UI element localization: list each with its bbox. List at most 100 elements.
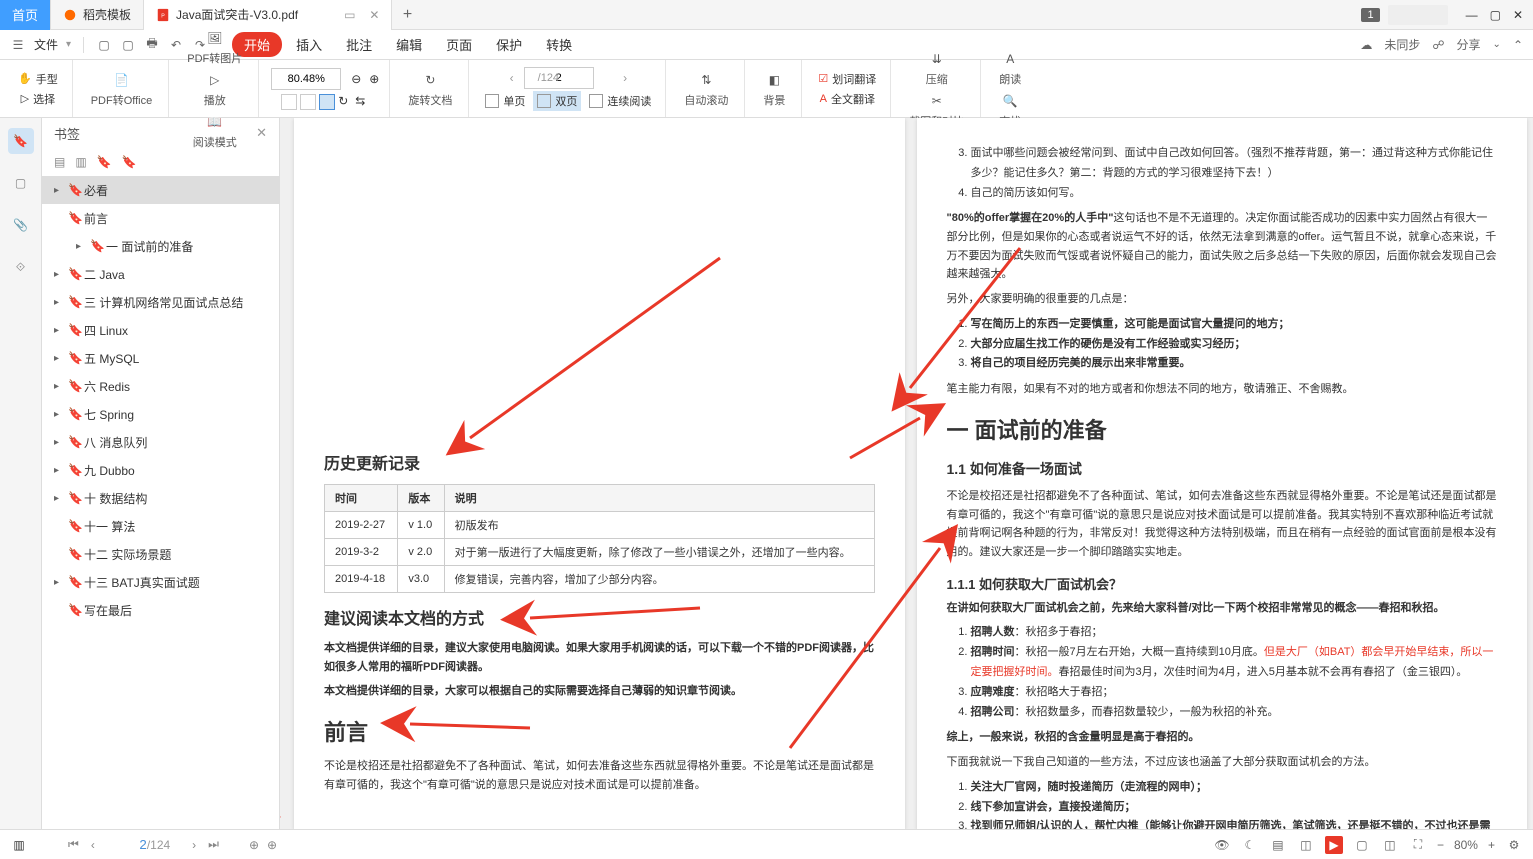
toolbar: ✋手型 ▷选择 📄PDF转Office 🖼PDF转图片 ▷播放 📖阅读模式 ⊖⊕… — [0, 60, 1533, 118]
heading-suggest: 建议阅读本文档的方式 — [324, 605, 875, 629]
view4-icon[interactable]: ↻ — [338, 94, 352, 110]
play-btn[interactable]: ▷播放 — [198, 68, 232, 110]
plus2-icon[interactable]: ⊕ — [267, 838, 277, 852]
bookmark-item[interactable]: ▸🔖六 Redis — [42, 372, 279, 400]
bookmark-rail-icon[interactable]: 🔖 — [8, 128, 34, 154]
bookmark-item[interactable]: ▸🔖四 Linux — [42, 316, 279, 344]
settings-icon[interactable]: ⚙ — [1505, 836, 1523, 854]
bookmark-item[interactable]: ▸🔖十 数据结构 — [42, 484, 279, 512]
bookmark-item[interactable]: 🔖十一 算法 — [42, 512, 279, 540]
plus-icon[interactable]: ⊕ — [249, 838, 259, 852]
tab-menu-icon[interactable]: ▭ — [344, 8, 355, 22]
file-menu[interactable]: 文件 — [34, 36, 58, 53]
page-total: /124 — [538, 72, 559, 84]
zoom-plus-icon[interactable]: + — [1488, 838, 1495, 852]
close-icon[interactable]: ✕ — [369, 8, 379, 22]
bookmark-item[interactable]: ▸🔖十三 BATJ真实面试题 — [42, 568, 279, 596]
select-tool[interactable]: ▷选择 — [17, 89, 59, 109]
content-area[interactable]: 历史更新记录 时间 版本 说明 2019-2-27v 1.0初版发布2019-3… — [280, 118, 1533, 829]
pages-icon[interactable]: ▤ — [1269, 836, 1287, 854]
read-aloud[interactable]: A朗读 — [993, 47, 1027, 89]
share-label[interactable]: 分享 — [1457, 36, 1481, 53]
view5-icon[interactable]: ⇆ — [355, 94, 369, 110]
prev-page-icon[interactable]: ‹ — [510, 71, 514, 85]
menu-protect[interactable]: 保护 — [486, 31, 532, 58]
status-page-input[interactable] — [117, 837, 147, 852]
first-page-icon[interactable]: ⏮ — [68, 837, 79, 852]
sync-label[interactable]: 未同步 — [1384, 36, 1420, 53]
pdf-to-office[interactable]: 📄PDF转Office — [85, 68, 159, 110]
menu-page[interactable]: 页面 — [436, 31, 482, 58]
view1-icon[interactable] — [281, 94, 297, 110]
hand-tool[interactable]: ✋手型 — [14, 69, 62, 89]
bookmark-item[interactable]: ▸🔖一 面试前的准备 — [42, 232, 279, 260]
background-btn[interactable]: ◧背景 — [757, 68, 791, 110]
word-translate[interactable]: ☑划词翻译 — [814, 69, 880, 89]
full-icon[interactable]: ⛶ — [1409, 836, 1427, 854]
double-icon[interactable]: ◫ — [1381, 836, 1399, 854]
prev-icon[interactable]: ‹ — [91, 838, 95, 852]
tab-add[interactable]: + — [392, 6, 422, 24]
attach-rail-icon[interactable]: 📎 — [8, 212, 34, 238]
panel-icon[interactable]: ▥ — [10, 836, 28, 854]
bookmark-item[interactable]: ▸🔖九 Dubbo — [42, 456, 279, 484]
view3-icon[interactable] — [319, 94, 335, 110]
bookmark-item[interactable]: ▸🔖二 Java — [42, 260, 279, 288]
pdf-to-pic[interactable]: 🖼PDF转图片 — [181, 26, 248, 68]
split-icon[interactable]: ◫ — [1297, 836, 1315, 854]
zoom-input[interactable] — [271, 68, 341, 90]
table-row: 2019-3-2v 2.0对于第一版进行了大幅度更新，除了修改了一些小错误之外，… — [325, 539, 875, 566]
minimize-icon[interactable]: — — [1466, 8, 1478, 22]
zoom-in-icon[interactable]: ⊕ — [369, 72, 379, 86]
share-icon[interactable]: ☍ — [1432, 38, 1444, 52]
close-sidebar-icon[interactable]: ✕ — [256, 125, 267, 141]
menu-annotate[interactable]: 批注 — [336, 31, 382, 58]
thumbnail-rail-icon[interactable]: ▢ — [8, 170, 34, 196]
bm-tool4-icon[interactable]: 🔖 — [122, 155, 137, 169]
rotate-doc[interactable]: ↻旋转文档 — [402, 68, 458, 110]
eye-icon[interactable]: 👁 — [1213, 836, 1231, 854]
compress-btn[interactable]: ⇊压缩 — [920, 47, 954, 89]
zoom-out-icon[interactable]: ⊖ — [351, 72, 361, 86]
bookmark-item[interactable]: ▸🔖五 MySQL — [42, 344, 279, 372]
last-page-icon[interactable]: ⏭ — [208, 837, 219, 852]
user-avatar[interactable] — [1388, 5, 1448, 25]
auto-scroll[interactable]: ⇅自动滚动 — [678, 68, 734, 110]
save-icon[interactable]: ▢ — [120, 37, 136, 53]
bookmark-item[interactable]: 🔖写在最后 — [42, 596, 279, 624]
record-icon[interactable]: ▶ — [1325, 836, 1343, 854]
bm-tool1-icon[interactable]: ▤ — [54, 155, 65, 169]
bookmark-item[interactable]: ▸🔖七 Spring — [42, 400, 279, 428]
bookmark-item[interactable]: 🔖前言 — [42, 204, 279, 232]
double-page-btn[interactable]: 双页 — [533, 91, 581, 111]
menu-insert[interactable]: 插入 — [286, 31, 332, 58]
view2-icon[interactable] — [300, 94, 316, 110]
bookmark-item[interactable]: ▸🔖必看 — [42, 176, 279, 204]
menu-convert[interactable]: 转换 — [536, 31, 582, 58]
print-icon[interactable]: 🖶 — [144, 37, 160, 53]
tab-home[interactable]: 首页 — [0, 0, 51, 30]
bm-tool2-icon[interactable]: ▥ — [75, 155, 86, 169]
collapse-icon[interactable]: ⌃ — [1513, 38, 1523, 52]
single-page-btn[interactable]: 单页 — [481, 91, 529, 111]
next-icon[interactable]: › — [192, 838, 196, 852]
moon-icon[interactable]: ☾ — [1241, 836, 1259, 854]
tab-template[interactable]: 稻壳模板 — [51, 0, 144, 30]
outline-rail-icon[interactable]: ⟐ — [8, 254, 34, 280]
next-page-icon[interactable]: › — [623, 71, 627, 85]
zoom-minus-icon[interactable]: − — [1437, 838, 1444, 852]
full-translate[interactable]: A全文翻译 — [816, 89, 879, 109]
bookmark-item[interactable]: ▸🔖三 计算机网络常见面试点总结 — [42, 288, 279, 316]
hamburger-icon[interactable]: ☰ — [10, 37, 26, 53]
continuous-btn[interactable]: 连续阅读 — [585, 91, 655, 111]
maximize-icon[interactable]: ▢ — [1490, 8, 1501, 22]
bookmark-item[interactable]: ▸🔖八 消息队列 — [42, 428, 279, 456]
menu-edit[interactable]: 编辑 — [386, 31, 432, 58]
single-icon[interactable]: ▢ — [1353, 836, 1371, 854]
bm-tool3-icon[interactable]: 🔖 — [97, 155, 112, 169]
bookmark-item[interactable]: 🔖十二 实际场景题 — [42, 540, 279, 568]
chevron-down-icon[interactable]: ⌄ — [1493, 39, 1501, 50]
open-icon[interactable]: ▢ — [96, 37, 112, 53]
close-window-icon[interactable]: ✕ — [1513, 8, 1523, 22]
cloud-sync-icon[interactable]: ☁ — [1360, 38, 1372, 52]
